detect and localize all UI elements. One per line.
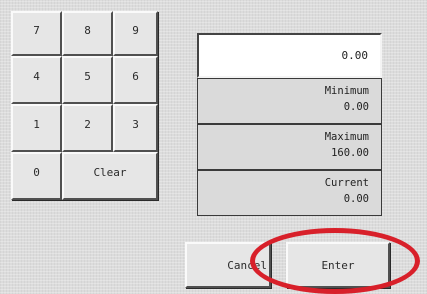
key-8[interactable]: 8	[62, 11, 113, 56]
entry-value: 0.00	[341, 49, 369, 62]
key-0[interactable]: 0	[11, 152, 62, 200]
key-6[interactable]: 6	[113, 56, 158, 104]
key-9[interactable]: 9	[113, 11, 158, 56]
key-2-label: 2	[84, 118, 91, 131]
key-3-label: 3	[132, 118, 139, 131]
key-5-label: 5	[84, 70, 91, 83]
key-1-label: 1	[33, 118, 40, 131]
key-7-label: 7	[33, 23, 40, 37]
clear-button[interactable]: Clear	[62, 152, 158, 200]
key-7[interactable]: 7	[11, 11, 62, 56]
maximum-value: 160.00	[331, 147, 369, 159]
key-9-label: 9	[132, 23, 139, 37]
minimum-panel: Minimum 0.00	[197, 78, 382, 124]
key-8-label: 8	[84, 23, 91, 37]
key-1[interactable]: 1	[11, 104, 62, 152]
key-4[interactable]: 4	[11, 56, 62, 104]
key-3[interactable]: 3	[113, 104, 158, 152]
minimum-value: 0.00	[343, 101, 369, 113]
current-panel: Current 0.00	[197, 170, 382, 216]
key-0-label: 0	[33, 166, 40, 179]
current-label: Current	[324, 177, 369, 189]
value-entry-display[interactable]: 0.00	[197, 33, 382, 78]
key-5[interactable]: 5	[62, 56, 113, 104]
key-6-label: 6	[132, 70, 139, 83]
key-2[interactable]: 2	[62, 104, 113, 152]
current-value: 0.00	[343, 193, 369, 205]
minimum-label: Minimum	[324, 85, 369, 97]
highlight-ellipse	[250, 228, 420, 294]
key-4-label: 4	[33, 70, 40, 83]
maximum-panel: Maximum 160.00	[197, 124, 382, 170]
maximum-label: Maximum	[324, 131, 369, 143]
clear-button-label: Clear	[93, 166, 127, 179]
